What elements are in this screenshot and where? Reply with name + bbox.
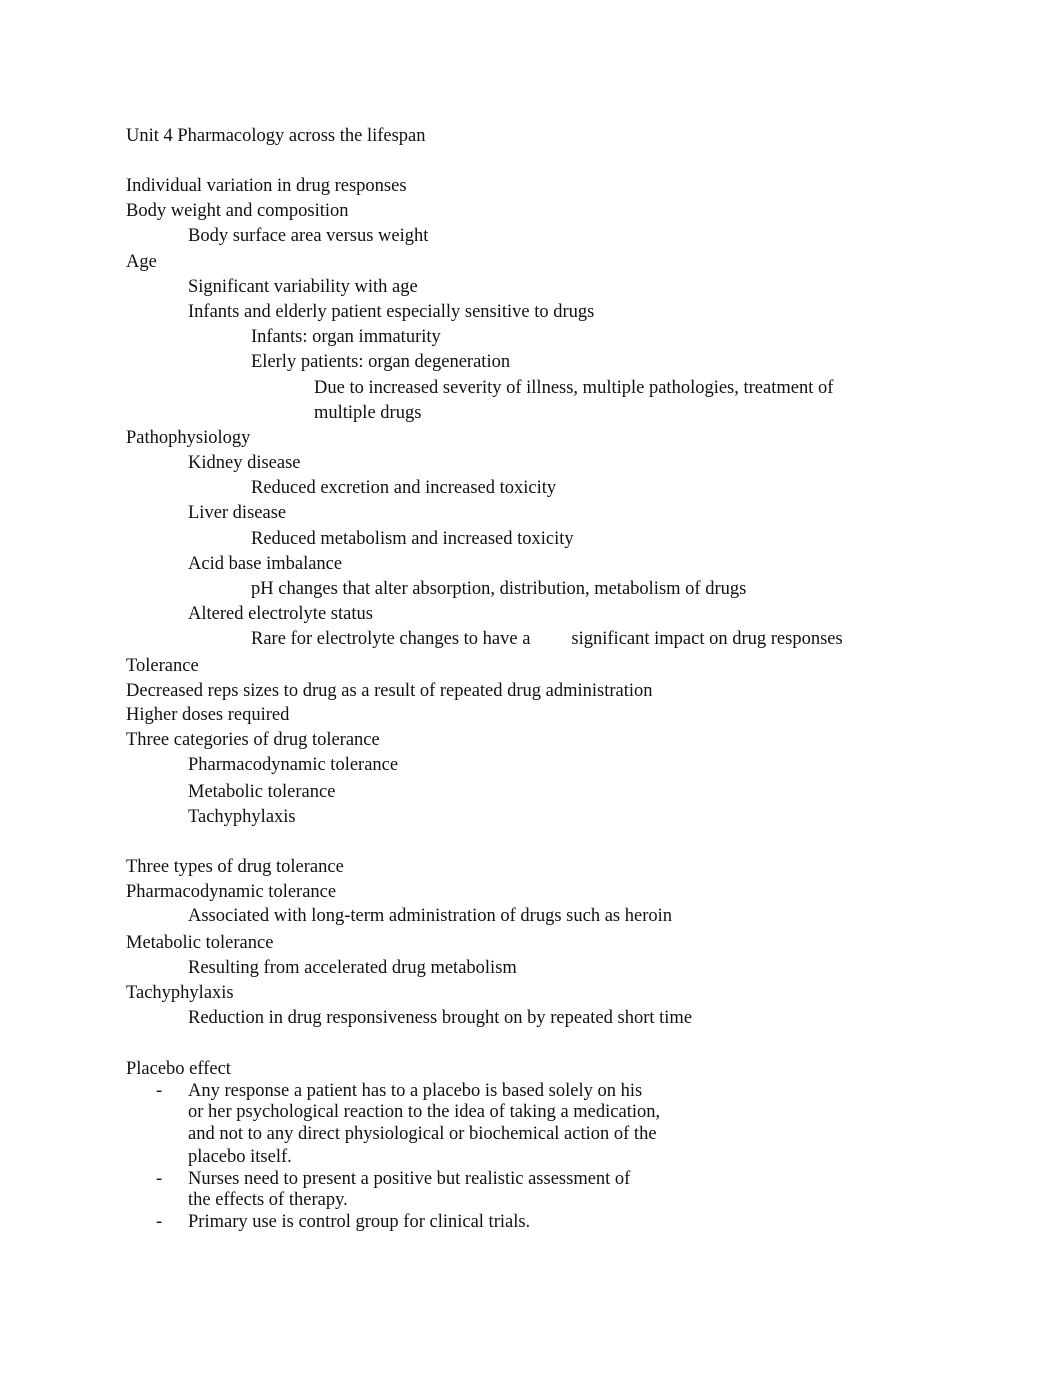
bullet-marker: - bbox=[156, 1212, 163, 1232]
type-label: Pharmacodynamic tolerance bbox=[126, 882, 337, 902]
section-heading-placebo: Placebo effect bbox=[126, 1059, 231, 1079]
bullet-marker: - bbox=[156, 1169, 163, 1189]
tolerance-line: Higher doses required bbox=[126, 705, 290, 725]
bullet-marker: - bbox=[156, 1081, 163, 1101]
section-heading-tolerance: Tolerance bbox=[126, 656, 199, 676]
age-item: Significant variability with age bbox=[188, 277, 418, 297]
document-page: Unit 4 Pharmacology across the lifespan … bbox=[0, 0, 1062, 1377]
patho-item-detail: Rare for electrolyte changes to have a si… bbox=[251, 628, 843, 650]
bullet-line: Primary use is control group for clinica… bbox=[188, 1212, 531, 1232]
detail-part: significant impact on drug responses bbox=[571, 629, 843, 649]
bullet-line: and not to any direct physiological or b… bbox=[188, 1124, 657, 1144]
age-detail: Due to increased severity of illness, mu… bbox=[314, 378, 834, 398]
patho-item-label: Altered electrolyte status bbox=[188, 604, 373, 624]
patho-item-detail: pH changes that alter absorption, distri… bbox=[251, 579, 747, 599]
patho-item-detail: Reduced metabolism and increased toxicit… bbox=[251, 529, 574, 549]
heading-body-weight: Body weight and composition bbox=[126, 201, 349, 221]
type-detail: Associated with long-term administration… bbox=[188, 906, 672, 926]
patho-item-label: Kidney disease bbox=[188, 453, 301, 473]
bullet-line: placebo itself. bbox=[188, 1147, 292, 1167]
type-label: Metabolic tolerance bbox=[126, 933, 274, 953]
tolerance-category: Pharmacodynamic tolerance bbox=[188, 755, 399, 775]
bullet-line: or her psychological reaction to the ide… bbox=[188, 1102, 661, 1122]
bullet-line: Any response a patient has to a placebo … bbox=[188, 1081, 643, 1101]
tolerance-category: Metabolic tolerance bbox=[188, 782, 336, 802]
age-subitem: Elerly patients: organ degeneration bbox=[251, 352, 511, 372]
heading-age: Age bbox=[126, 252, 157, 272]
age-detail-continued: multiple drugs bbox=[314, 403, 422, 423]
type-detail: Reduction in drug responsiveness brought… bbox=[188, 1008, 693, 1028]
patho-item-label: Liver disease bbox=[188, 503, 287, 523]
type-label: Tachyphylaxis bbox=[126, 983, 234, 1003]
tolerance-category: Tachyphylaxis bbox=[188, 807, 296, 827]
section-heading-variation: Individual variation in drug responses bbox=[126, 176, 407, 196]
document-title: Unit 4 Pharmacology across the lifespan bbox=[126, 126, 426, 146]
detail-part: Rare for electrolyte changes to have a bbox=[251, 629, 531, 649]
age-item: Infants and elderly patient especially s… bbox=[188, 302, 595, 322]
patho-item-label: Acid base imbalance bbox=[188, 554, 343, 574]
section-heading-types: Three types of drug tolerance bbox=[126, 857, 344, 877]
type-detail: Resulting from accelerated drug metaboli… bbox=[188, 958, 517, 978]
bullet-line: Nurses need to present a positive but re… bbox=[188, 1169, 631, 1189]
age-subitem: Infants: organ immaturity bbox=[251, 327, 441, 347]
tolerance-line: Decreased reps sizes to drug as a result… bbox=[126, 681, 653, 701]
heading-pathophysiology: Pathophysiology bbox=[126, 428, 251, 448]
bullet-line: the effects of therapy. bbox=[188, 1190, 348, 1210]
tolerance-line: Three categories of drug tolerance bbox=[126, 730, 380, 750]
body-weight-detail: Body surface area versus weight bbox=[188, 226, 429, 246]
patho-item-detail: Reduced excretion and increased toxicity bbox=[251, 478, 557, 498]
